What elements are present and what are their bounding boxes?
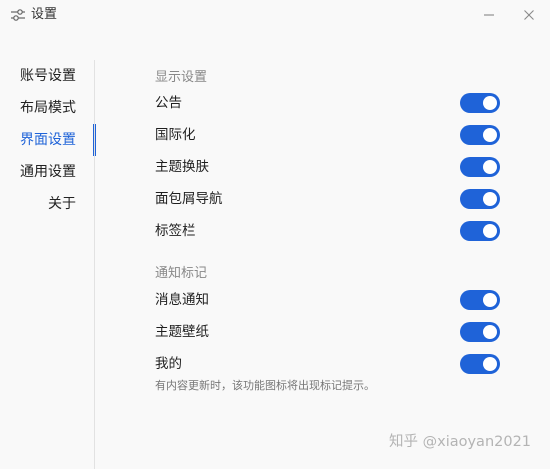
minimize-button[interactable] [478,4,500,26]
setting-row-breadcrumb: 面包屑导航 [155,187,500,211]
sidebar-item-label: 布局模式 [20,100,76,116]
setting-row-tabs: 标签栏 [155,219,500,243]
sidebar-item-label: 界面设置 [20,132,76,148]
breadcrumb-toggle[interactable] [460,189,500,209]
minimize-icon [484,14,494,16]
toggle-knob [483,96,497,110]
mine-toggle[interactable] [460,354,500,374]
notify-section-title: 通知标记 [155,266,208,281]
setting-row-mine: 我的 [155,352,500,376]
sidebar-item-label: 关于 [48,196,76,212]
setting-label: 国际化 [155,127,196,143]
sidebar-item-label: 通用设置 [20,164,76,180]
notify-hint-text: 有内容更新时，该功能图标将出现标记提示。 [155,379,375,392]
setting-row-i18n: 国际化 [155,123,500,147]
setting-label: 消息通知 [155,292,209,308]
sidebar: 账号设置 布局模式 界面设置 通用设置 关于 [0,60,96,220]
setting-label: 主题换肤 [155,159,209,175]
toggle-knob [483,293,497,307]
toggle-knob [483,325,497,339]
setting-row-theme: 主题换肤 [155,155,500,179]
setting-label: 标签栏 [155,223,196,239]
title-bar: 设置 [0,0,550,30]
toggle-knob [483,224,497,238]
setting-label: 公告 [155,95,182,111]
close-button[interactable] [518,4,540,26]
setting-row-messages: 消息通知 [155,288,500,312]
display-section-title: 显示设置 [155,70,208,85]
sidebar-item-layout[interactable]: 布局模式 [0,92,95,124]
toggle-knob [483,192,497,206]
wallpaper-toggle[interactable] [460,322,500,342]
watermark: 知乎 @xiaoyan2021 [389,434,532,450]
setting-label: 主题壁纸 [155,324,209,340]
theme-toggle[interactable] [460,157,500,177]
tabs-toggle[interactable] [460,221,500,241]
window-title: 设置 [31,7,58,22]
setting-label: 我的 [155,356,182,372]
setting-row-wallpaper: 主题壁纸 [155,320,500,344]
announcement-toggle[interactable] [460,93,500,113]
sidebar-item-general[interactable]: 通用设置 [0,156,95,188]
setting-row-announcement: 公告 [155,91,500,115]
sidebar-item-about[interactable]: 关于 [0,188,95,220]
messages-toggle[interactable] [460,290,500,310]
toggle-knob [483,128,497,142]
toggle-knob [483,160,497,174]
toggle-knob [483,357,497,371]
close-icon [524,10,534,20]
sidebar-item-interface[interactable]: 界面设置 [0,124,96,156]
sidebar-item-label: 账号设置 [20,68,76,84]
sidebar-item-account[interactable]: 账号设置 [0,60,95,92]
i18n-toggle[interactable] [460,125,500,145]
setting-label: 面包屑导航 [155,191,223,207]
sidebar-divider [94,60,95,469]
sliders-icon [11,9,25,21]
